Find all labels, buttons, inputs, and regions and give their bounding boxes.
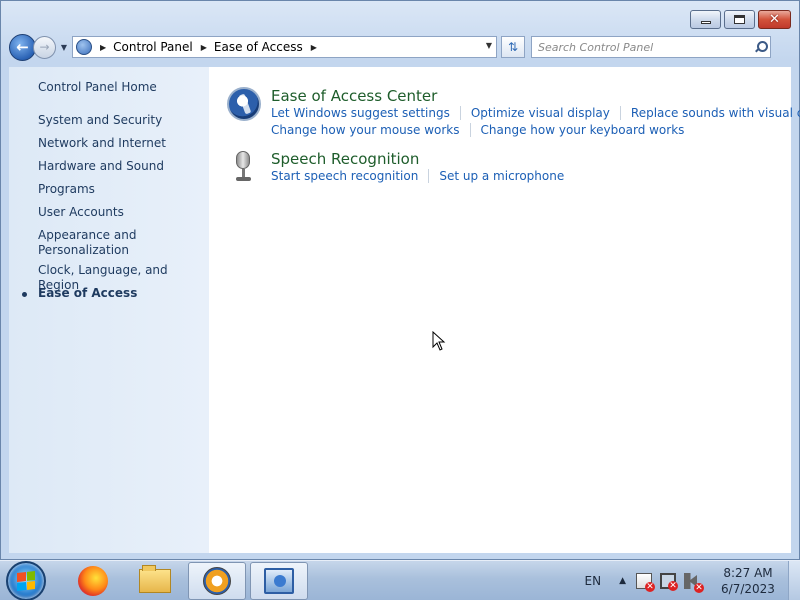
link-change-how-your-keyboard-works[interactable]: Change how your keyboard works [481, 123, 685, 137]
breadcrumb-separator-icon[interactable]: ▶ [311, 43, 317, 52]
control-panel-icon [264, 567, 294, 594]
back-arrow-icon: ← [16, 38, 29, 56]
language-indicator[interactable]: EN [585, 574, 602, 588]
taskbar-firefox[interactable] [64, 562, 122, 600]
maximize-button[interactable] [724, 10, 755, 29]
link-optimize-visual-display[interactable]: Optimize visual display [471, 106, 610, 120]
sidebar-item-user-accounts[interactable]: User Accounts [38, 205, 124, 220]
show-desktop-button[interactable] [788, 561, 800, 600]
network-icon[interactable] [660, 573, 678, 591]
show-hidden-icons-icon[interactable]: ▲ [619, 576, 626, 586]
category-links-row: Start speech recognition Set up a microp… [271, 169, 564, 183]
breadcrumb-separator-icon[interactable]: ▶ [100, 43, 106, 52]
sidebar: Control Panel Home System and Security N… [9, 67, 209, 553]
taskbar: EN ▲ 8:27 AM 6/7/2023 [0, 560, 800, 600]
main-content: Ease of Access Center Let Windows sugges… [209, 67, 800, 553]
control-panel-window: ✕ ← → ▼ ▶ Control Panel ▶ Ease of Access… [0, 0, 800, 560]
close-icon: ✕ [769, 12, 780, 27]
category-title-ease-of-access-center[interactable]: Ease of Access Center [271, 87, 437, 105]
taskbar-ease-of-access-center[interactable] [188, 561, 246, 600]
breadcrumb-ease-of-access[interactable]: Ease of Access [214, 40, 303, 54]
sidebar-item-system-and-security[interactable]: System and Security [38, 113, 162, 128]
forward-button[interactable]: → [33, 35, 56, 59]
minimize-icon [700, 21, 711, 24]
taskbar-control-panel[interactable] [250, 561, 308, 600]
refresh-button[interactable]: ⇅ [501, 36, 525, 58]
taskbar-file-explorer[interactable] [126, 562, 184, 600]
link-change-how-your-mouse-works[interactable]: Change how your mouse works [271, 123, 460, 137]
refresh-icon: ⇅ [507, 40, 519, 54]
microphone-stem [242, 169, 245, 177]
clock[interactable]: 8:27 AM 6/7/2023 [714, 565, 782, 597]
address-bar[interactable]: ▶ Control Panel ▶ Ease of Access ▶ ▼ [72, 36, 497, 58]
action-center-icon[interactable] [636, 573, 655, 592]
volume-icon[interactable] [684, 573, 704, 593]
link-separator [619, 106, 621, 120]
category-ease-of-access-center: Ease of Access Center Let Windows sugges… [227, 87, 800, 147]
category-links-row: Let Windows suggest settings Optimize vi… [271, 106, 800, 120]
search-box[interactable] [531, 36, 771, 58]
microphone-head [236, 151, 250, 169]
mouse-cursor-icon [432, 331, 446, 351]
sidebar-item-network-and-internet[interactable]: Network and Internet [38, 136, 166, 151]
firefox-icon [78, 565, 108, 596]
sidebar-item-ease-of-access[interactable]: Ease of Access [38, 286, 137, 301]
link-replace-sounds-with-visual-cues[interactable]: Replace sounds with visual cues [631, 106, 800, 120]
link-separator [469, 123, 471, 137]
active-item-bullet-icon [22, 292, 27, 297]
sidebar-item-control-panel-home[interactable]: Control Panel Home [38, 80, 157, 95]
breadcrumb-control-panel[interactable]: Control Panel [113, 40, 193, 54]
search-input[interactable] [538, 40, 738, 54]
clock-date: 6/7/2023 [721, 582, 775, 596]
close-button[interactable]: ✕ [758, 10, 791, 29]
link-set-up-a-microphone[interactable]: Set up a microphone [439, 169, 564, 183]
restore-icon [734, 15, 745, 24]
link-separator [428, 169, 430, 183]
link-separator [459, 106, 461, 120]
sidebar-item-hardware-and-sound[interactable]: Hardware and Sound [38, 159, 164, 174]
system-tray: EN ▲ 8:27 AM 6/7/2023 [585, 561, 800, 600]
ease-of-access-center-icon [203, 566, 231, 595]
link-start-speech-recognition[interactable]: Start speech recognition [271, 169, 418, 183]
windows-logo-icon [17, 570, 35, 591]
link-let-windows-suggest-settings[interactable]: Let Windows suggest settings [271, 106, 450, 120]
back-button[interactable]: ← [9, 33, 36, 61]
microphone-icon[interactable] [227, 150, 261, 184]
file-explorer-icon [139, 564, 171, 593]
minimize-button[interactable] [690, 10, 721, 29]
sidebar-item-programs[interactable]: Programs [38, 182, 95, 197]
breadcrumb-separator-icon[interactable]: ▶ [201, 43, 207, 52]
microphone-base [236, 177, 251, 181]
category-speech-recognition: Speech Recognition Start speech recognit… [227, 150, 787, 190]
recent-pages-dropdown[interactable]: ▼ [58, 43, 70, 52]
control-panel-icon [76, 39, 92, 55]
start-button[interactable] [6, 560, 46, 600]
ease-of-access-icon[interactable] [227, 87, 261, 121]
clock-time: 8:27 AM [723, 566, 773, 580]
navigation-bar: ← → ▼ ▶ Control Panel ▶ Ease of Access ▶… [9, 33, 793, 61]
category-links-row: Change how your mouse works Change how y… [271, 123, 684, 137]
address-dropdown-icon[interactable]: ▼ [486, 41, 492, 50]
caption-buttons: ✕ [687, 10, 791, 29]
search-icon[interactable] [754, 41, 768, 53]
category-title-speech-recognition[interactable]: Speech Recognition [271, 150, 419, 168]
forward-arrow-icon: → [39, 40, 50, 54]
sidebar-item-appearance-and-personalization[interactable]: Appearance and Personalization [38, 228, 136, 258]
